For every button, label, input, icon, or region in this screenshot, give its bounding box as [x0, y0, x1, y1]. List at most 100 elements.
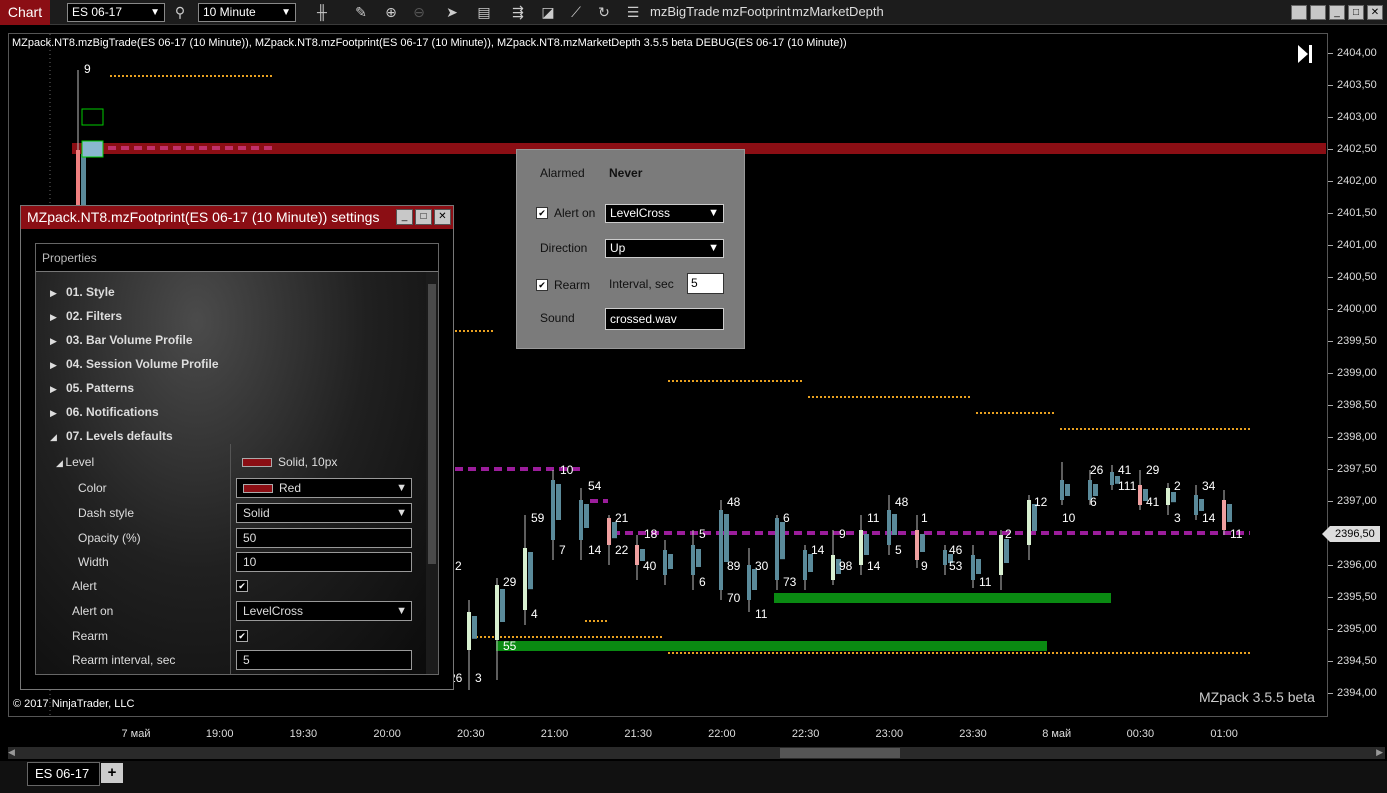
candle-body: [747, 565, 751, 600]
price-tick: 2401,50: [1328, 207, 1377, 219]
candle-body: [663, 550, 667, 575]
time-tick: 01:00: [1210, 728, 1238, 740]
category-label: 01. Style: [66, 285, 115, 299]
property-grid: Properties ▶ 01. Style ▶ 02. Filters ▶ 03. Ba…: [35, 243, 439, 675]
bar-volume-number: 48: [727, 495, 741, 509]
bar-volume-number: 7: [559, 543, 566, 557]
settings-title[interactable]: MZpack.NT8.mzFootprint(ES 06-17 (10 Minu…: [21, 206, 453, 229]
price-tick: 2397,50: [1328, 463, 1377, 475]
chevron-down-icon: ▼: [396, 605, 407, 617]
property-value: Solid: [243, 506, 270, 520]
bar-volume-number: 11: [1230, 527, 1243, 541]
color-swatch: [243, 484, 273, 494]
price-axis[interactable]: 2404,00 2403,50 2403,00 2402,50 2402,00 2401,…: [1328, 33, 1387, 717]
settings-window: MZpack.NT8.mzFootprint(ES 06-17 (10 Minu…: [20, 205, 454, 690]
property-checkbox[interactable]: ✔: [236, 580, 248, 592]
candle-body: [915, 530, 919, 560]
bar-volume-number: 6: [1090, 495, 1097, 509]
alert-on-select[interactable]: LevelCross ▼: [605, 204, 724, 223]
collapsed-icon[interactable]: ▶: [50, 288, 66, 299]
sound-input[interactable]: crossed.wav: [605, 308, 724, 330]
collapsed-icon[interactable]: ▶: [50, 336, 66, 347]
volume-profile-bar: [472, 616, 477, 639]
bar-volume-number: 30: [755, 559, 769, 573]
expanded-icon[interactable]: ◢: [50, 432, 66, 443]
category-5[interactable]: ▶ 05. Patterns: [50, 381, 134, 395]
category-7[interactable]: ◢ 07. Levels defaults: [50, 429, 173, 443]
scroll-right-icon[interactable]: ▶: [1376, 747, 1383, 758]
level-row[interactable]: ◢ Level: [56, 455, 94, 469]
property-input[interactable]: 50: [236, 528, 412, 548]
category-2[interactable]: ▶ 02. Filters: [50, 309, 122, 323]
scroll-left-icon[interactable]: ◀: [8, 747, 15, 758]
property-scrollbar[interactable]: [426, 272, 438, 674]
rearm-label: Rearm: [554, 278, 591, 292]
property-select[interactable]: Red ▼: [236, 478, 412, 498]
grid-divider: [230, 444, 231, 674]
scroll-to-end-icon[interactable]: [1296, 43, 1314, 65]
chevron-down-icon: ▼: [708, 207, 719, 219]
add-tab-button[interactable]: +: [101, 763, 123, 783]
minimize-icon[interactable]: _: [396, 209, 413, 225]
collapsed-icon[interactable]: ▶: [50, 408, 66, 419]
property-value: 50: [243, 531, 257, 545]
close-icon[interactable]: ✕: [434, 209, 451, 225]
horizontal-scrollbar[interactable]: ◀ ▶: [8, 747, 1385, 759]
scroll-thumb[interactable]: [780, 748, 900, 758]
volume-profile-bar: [1199, 499, 1204, 511]
imbalance-box: [81, 108, 104, 126]
price-tick: 2402,00: [1328, 175, 1377, 187]
direction-value: Up: [610, 241, 626, 255]
bar-volume-number: 29: [1146, 463, 1160, 477]
category-3[interactable]: ▶ 03. Bar Volume Profile: [50, 333, 193, 347]
bar-volume-number: 40: [643, 559, 657, 573]
property-select[interactable]: LevelCross ▼: [236, 601, 412, 621]
tab-instrument[interactable]: ES 06-17: [27, 762, 100, 786]
volume-profile-bar: [696, 549, 701, 567]
category-4[interactable]: ▶ 04. Session Volume Profile: [50, 357, 219, 371]
property-input[interactable]: 5: [236, 650, 412, 670]
collapsed-icon[interactable]: ▶: [50, 384, 66, 395]
alarmed-label: Alarmed: [540, 166, 585, 180]
property-input[interactable]: 10: [236, 552, 412, 572]
alarmed-value: Never: [609, 166, 643, 180]
alert-on-checkbox[interactable]: ✔: [536, 207, 548, 219]
time-tick: 21:30: [624, 728, 652, 740]
time-axis[interactable]: 7 май 19:00 19:30 20:00 20:30 21:00 21:30 22:00…: [8, 717, 1328, 745]
collapsed-icon[interactable]: ▶: [50, 312, 66, 323]
interval-input[interactable]: 5: [687, 273, 724, 294]
bar-volume-number: 70: [727, 591, 741, 605]
time-tick: 23:30: [959, 728, 987, 740]
alert-on-value: LevelCross: [610, 206, 671, 220]
property-checkbox[interactable]: ✔: [236, 630, 248, 642]
rearm-checkbox[interactable]: ✔: [536, 279, 548, 291]
property-select[interactable]: Solid ▼: [236, 503, 412, 523]
direction-select[interactable]: Up ▼: [605, 239, 724, 258]
bar-volume-number: 41: [1146, 495, 1160, 509]
volume-profile-bar: [584, 504, 589, 528]
volume-profile-bar: [920, 534, 925, 552]
category-6[interactable]: ▶ 06. Notifications: [50, 405, 159, 419]
candle-body: [523, 548, 527, 610]
bar-volume-number: 2: [1174, 479, 1181, 493]
green-level[interactable]: [496, 641, 1047, 651]
maximize-icon[interactable]: □: [415, 209, 432, 225]
volume-profile-bar: [1171, 492, 1176, 503]
bottom-tab-bar: ES 06-17 +: [0, 761, 1387, 793]
bar-volume-number: 34: [1202, 479, 1216, 493]
price-tick: 2400,00: [1328, 303, 1377, 315]
candle-body: [551, 480, 555, 540]
bar-volume-number: 14: [1202, 511, 1216, 525]
category-label: 02. Filters: [66, 309, 123, 323]
bar-volume-number: 2: [455, 559, 462, 573]
bar-volume-number: 14: [588, 543, 602, 557]
green-level[interactable]: [774, 593, 1111, 603]
candle-body: [859, 530, 863, 565]
bar-volume-number: 21: [615, 511, 629, 525]
bar-volume-number: 98: [839, 559, 853, 573]
volume-profile-bar: [1227, 504, 1232, 522]
category-1[interactable]: ▶ 01. Style: [50, 285, 115, 299]
collapsed-icon[interactable]: ▶: [50, 360, 66, 371]
expanded-icon[interactable]: ◢: [56, 458, 65, 468]
scroll-thumb[interactable]: [428, 284, 436, 564]
